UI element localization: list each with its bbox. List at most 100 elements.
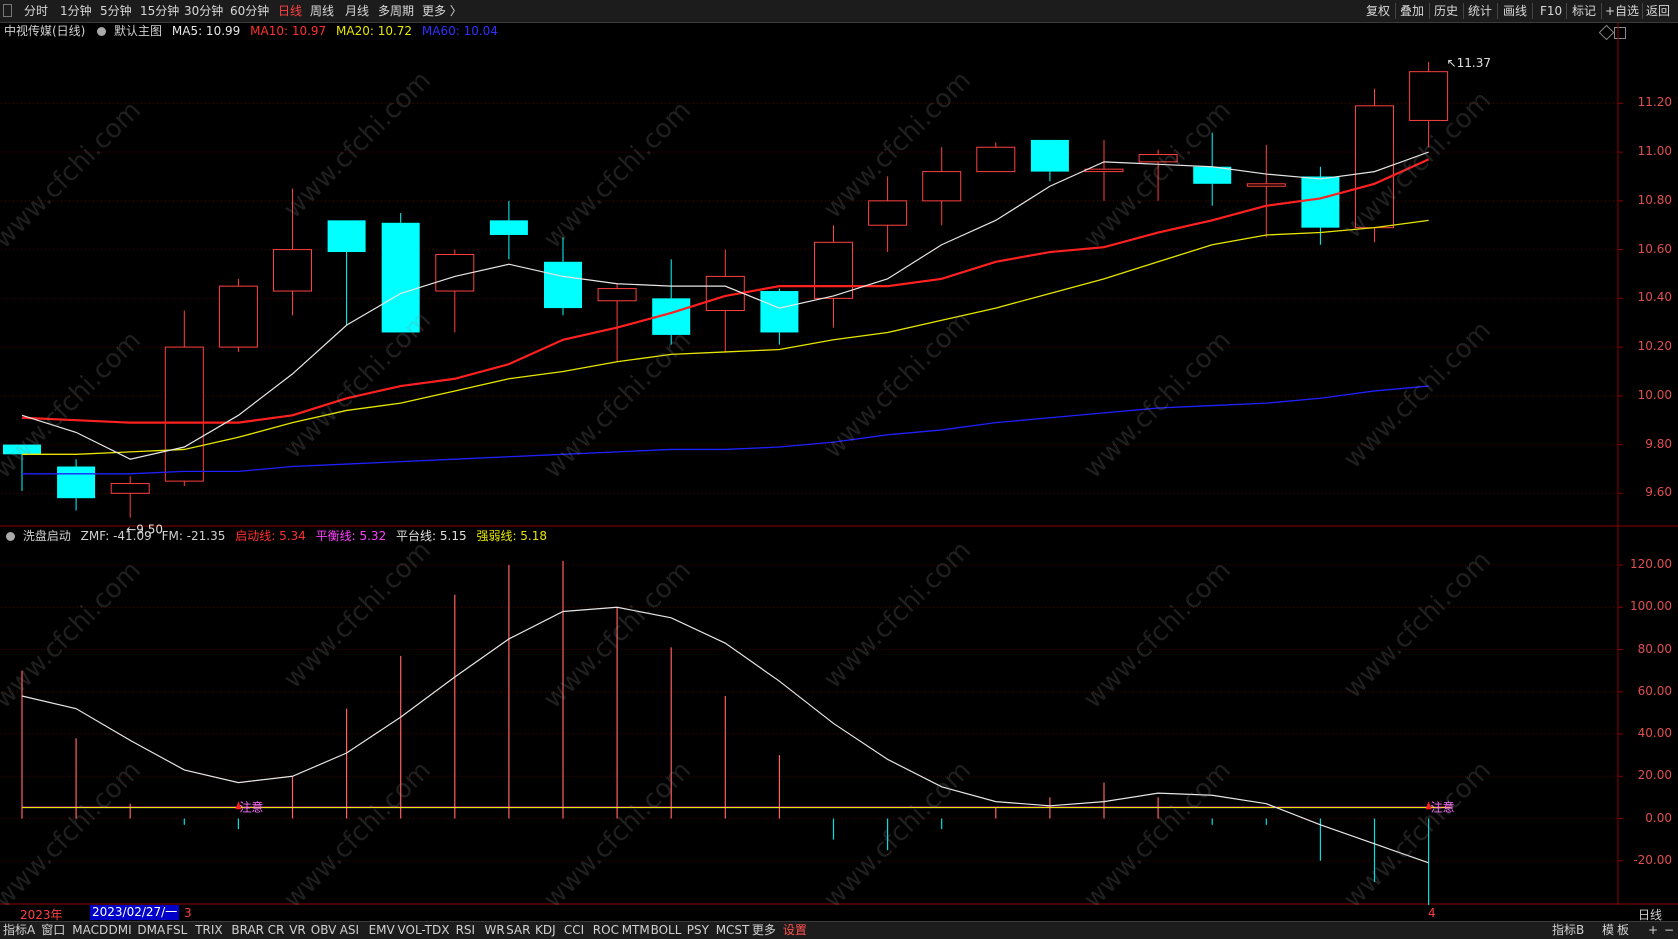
stats-button[interactable]: 统计	[1468, 3, 1492, 19]
right-tool-1[interactable]: 模	[1602, 923, 1614, 938]
candle-body	[273, 249, 312, 292]
tab-fenshi[interactable]: 分时	[24, 3, 48, 19]
right-tool-3[interactable]: +	[1648, 923, 1658, 938]
indicator-tab-13[interactable]: VOL-TDX	[398, 923, 450, 938]
indicator-tab-3[interactable]: DMI	[109, 923, 132, 938]
qidong-value: 启动线: 5.34	[235, 529, 306, 543]
watermark: www.cfchi.com	[0, 95, 147, 255]
watermark: www.cfchi.com	[1077, 95, 1237, 255]
indicator-tab-4[interactable]: DMA	[137, 923, 165, 938]
indicator-tab-11[interactable]: ASI	[340, 923, 359, 938]
candle-body	[760, 291, 799, 333]
ind-tick-label: -20.00	[1633, 852, 1672, 867]
candle-body	[57, 466, 96, 499]
candle	[1030, 139, 1069, 182]
indicator-tab-22[interactable]: PSY	[687, 923, 709, 938]
indicator-tab-5[interactable]: FSL	[166, 923, 187, 938]
candle	[218, 278, 258, 352]
ma20-value: MA20: 10.72	[336, 24, 413, 38]
indicator-tab-10[interactable]: OBV	[311, 923, 337, 938]
diamond-icon[interactable]	[1598, 24, 1615, 41]
fuquan-button[interactable]: 复权	[1366, 3, 1390, 19]
candle	[435, 249, 475, 333]
draw-line-button[interactable]: 画线	[1503, 3, 1527, 19]
right-tool-0[interactable]: 指标B	[1552, 923, 1584, 938]
month-label-4: 4	[1428, 906, 1436, 920]
indicator-tab-25[interactable]: 设置	[783, 923, 807, 938]
indicator-tab-17[interactable]: KDJ	[535, 923, 556, 938]
candle	[976, 142, 1016, 173]
overlay-button[interactable]: 叠加	[1400, 3, 1424, 19]
ma10-line	[21, 158, 1430, 424]
candle	[705, 249, 745, 352]
indicator-settings-icon[interactable]	[6, 532, 15, 541]
indicator-tab-23[interactable]: MCST	[716, 923, 750, 938]
indicator-tab-18[interactable]: CCI	[564, 923, 584, 938]
window-icon[interactable]	[3, 4, 12, 17]
candle	[57, 459, 96, 511]
pingtai-value: 平台线: 5.15	[396, 529, 467, 543]
indicator-tab-8[interactable]: CR	[268, 923, 285, 938]
window-toggle-icon[interactable]	[1614, 27, 1626, 39]
tab-more[interactable]: 更多 〉	[422, 3, 462, 19]
watermark: www.cfchi.com	[817, 305, 977, 465]
right-tool-4[interactable]: −	[1664, 923, 1674, 938]
indicator-tab-16[interactable]: SAR	[506, 923, 530, 938]
tab-monthly[interactable]: 月线	[345, 3, 369, 19]
indicator-tab-14[interactable]: RSI	[456, 923, 476, 938]
price-tick-label: 11.00	[1637, 144, 1672, 159]
ind-tick-label: 80.00	[1637, 641, 1672, 656]
back-button[interactable]: 返回	[1646, 3, 1670, 19]
indicator-tab-19[interactable]: ROC	[593, 923, 619, 938]
candle-body	[976, 146, 1016, 173]
tab-weekly[interactable]: 周线	[310, 3, 334, 19]
indicator-tab-15[interactable]: WR	[485, 923, 505, 938]
indicator-name[interactable]: 洗盘启动	[23, 528, 71, 544]
right-tool-2[interactable]: 板	[1617, 923, 1629, 938]
qiangruo-value: 强弱线: 5.18	[476, 529, 548, 543]
mark-button[interactable]: 标记	[1572, 3, 1596, 19]
indicator-tab-9[interactable]: VR	[289, 923, 306, 938]
indicator-tab-6[interactable]: TRIX	[195, 923, 222, 938]
price-tick-label: 10.20	[1637, 339, 1672, 354]
tab-daily[interactable]: 日线	[278, 3, 302, 19]
indicator-tab-1[interactable]: 窗口	[41, 923, 65, 938]
watermark: www.cfchi.com	[0, 325, 147, 485]
price-tick-label: 11.20	[1637, 95, 1672, 110]
history-button[interactable]: 历史	[1434, 3, 1458, 19]
indicator-tab-24[interactable]: 更多	[752, 923, 776, 938]
tab-5min[interactable]: 5分钟	[100, 3, 132, 19]
candle	[760, 288, 799, 345]
cursor-date: 2023/02/27/一	[90, 905, 180, 920]
fm-value: FM: -21.35	[161, 529, 226, 543]
tab-15min[interactable]: 15分钟	[140, 3, 179, 19]
candle-body	[218, 285, 258, 348]
watermark: www.cfchi.com	[1077, 755, 1237, 915]
indicator-tab-12[interactable]: EMV	[369, 923, 395, 938]
indicator-tab-20[interactable]: MTM	[622, 923, 650, 938]
indicator-tab-7[interactable]: BRAR	[231, 923, 264, 938]
indicator-tab-21[interactable]: BOLL	[651, 923, 682, 938]
tab-60min[interactable]: 60分钟	[230, 3, 269, 19]
ind-tick-label: 120.00	[1630, 557, 1672, 571]
watermark: www.cfchi.com	[1077, 325, 1237, 485]
indicator-tab-2[interactable]: MACD	[72, 923, 108, 938]
candle-body	[489, 220, 528, 235]
candle-body	[327, 220, 366, 253]
f10-button[interactable]: F10	[1540, 3, 1562, 19]
candle	[597, 283, 637, 362]
ma60-line	[22, 385, 1429, 475]
price-tick-label: 10.80	[1637, 192, 1672, 207]
tab-30min[interactable]: 30分钟	[184, 3, 223, 19]
settings-icon[interactable]	[97, 27, 107, 36]
watermark: www.cfchi.com	[537, 555, 697, 715]
ind-tick-label: 20.00	[1637, 768, 1672, 783]
chart-template-name[interactable]: 默认主图	[114, 23, 162, 39]
price-tick-label: 10.40	[1637, 290, 1672, 305]
tab-1min[interactable]: 1分钟	[60, 3, 92, 19]
indicator-tab-0[interactable]: 指标A	[3, 923, 35, 938]
add-watchlist-button[interactable]: +自选	[1605, 3, 1639, 19]
ind-tick-label: 40.00	[1637, 726, 1672, 740]
tab-multi-period[interactable]: 多周期	[378, 3, 414, 19]
candle-body	[1193, 166, 1232, 184]
